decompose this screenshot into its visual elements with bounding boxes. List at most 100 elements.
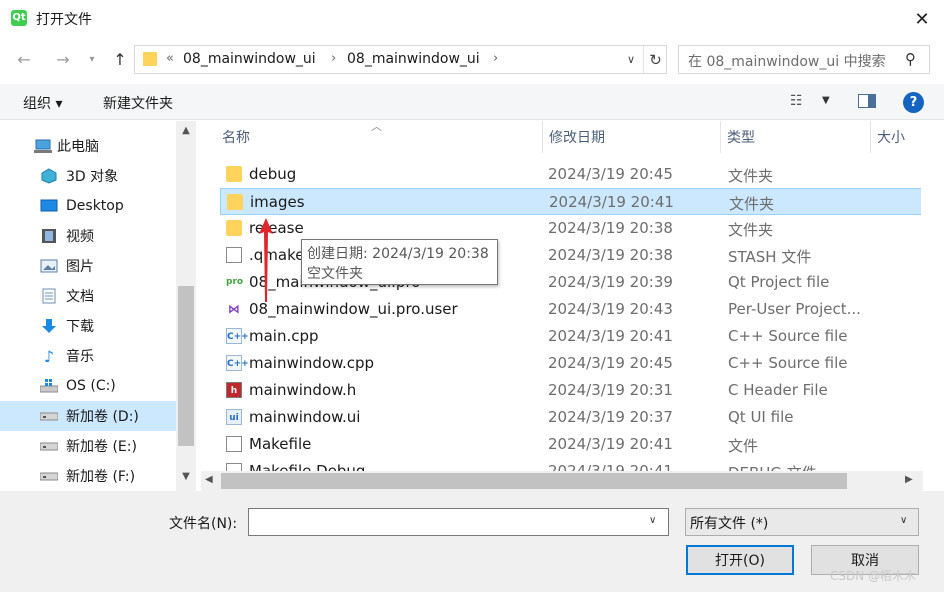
- scroll-down-icon[interactable]: ▼: [176, 471, 196, 482]
- file-row[interactable]: ui mainwindow.ui 2024/3/19 20:37 Qt UI f…: [220, 404, 922, 431]
- file-name: 08_mainwindow_ui.pro.user: [249, 300, 458, 318]
- cpp-file-icon: C++: [226, 328, 249, 344]
- nav-item-desktop[interactable]: Desktop: [0, 191, 176, 221]
- view-options-icon[interactable]: ☷: [790, 93, 803, 109]
- filename-label: 文件名(N):: [169, 516, 238, 532]
- back-button[interactable]: ←: [11, 45, 37, 73]
- up-button[interactable]: ↑: [107, 45, 133, 73]
- scroll-right-icon[interactable]: ▶: [905, 474, 913, 485]
- scroll-left-icon[interactable]: ◀: [205, 474, 213, 485]
- file-name: mainwindow.ui: [249, 408, 361, 426]
- file-date: 2024/3/19 20:45: [548, 354, 673, 372]
- file-type: 文件夹: [728, 221, 774, 239]
- nav-item-videos[interactable]: 视频: [0, 221, 176, 251]
- file-row[interactable]: C++ mainwindow.cpp 2024/3/19 20:45 C++ S…: [220, 350, 922, 377]
- column-header-size[interactable]: 大小: [871, 121, 931, 153]
- file-type: Qt UI file: [728, 408, 794, 426]
- preview-pane-icon[interactable]: [858, 94, 876, 108]
- ui-file-icon: ui: [226, 409, 242, 425]
- chevron-down-icon[interactable]: ∨: [649, 515, 656, 526]
- breadcrumb-overflow[interactable]: «: [166, 51, 174, 66]
- nav-item-drive-e[interactable]: 新加卷 (E:): [0, 431, 176, 461]
- new-folder-button[interactable]: 新建文件夹: [103, 93, 173, 113]
- column-header-label: 修改日期: [549, 130, 605, 146]
- breadcrumb-separator[interactable]: ›: [493, 51, 498, 66]
- window-title: 打开文件: [36, 12, 92, 28]
- file-date: 2024/3/19 20:39: [548, 273, 673, 291]
- folder-icon: [227, 194, 243, 210]
- forward-arrow-icon: →: [56, 49, 70, 69]
- watermark: CSDN @栢木木: [830, 569, 917, 583]
- column-header-date[interactable]: 修改日期: [543, 121, 721, 153]
- column-header-type[interactable]: 类型: [721, 121, 871, 153]
- recent-locations-button[interactable]: ▾: [83, 45, 101, 73]
- nav-item-pictures[interactable]: 图片: [0, 251, 176, 281]
- video-icon: [40, 228, 58, 244]
- file-date: 2024/3/19 20:38: [548, 246, 673, 264]
- drive-icon: [40, 408, 58, 424]
- nav-item-downloads[interactable]: 下载: [0, 311, 176, 341]
- filename-input[interactable]: ∨: [248, 508, 669, 536]
- cpp-file-icon: C++: [226, 355, 249, 371]
- file-date: 2024/3/19 20:43: [548, 300, 673, 318]
- nav-item-label: 图片: [66, 259, 94, 275]
- file-list: 名称 ︿ 修改日期 类型 大小 debug 2024/3/19 20:45 文件…: [201, 121, 944, 491]
- file-row[interactable]: images 2024/3/19 20:41 文件夹: [220, 188, 922, 215]
- nav-item-drive-f[interactable]: 新加卷 (F:): [0, 461, 176, 491]
- sidebar-scrollbar[interactable]: ▲ ▼: [176, 121, 196, 491]
- search-input[interactable]: 在 08_mainwindow_ui 中搜索: [688, 51, 886, 71]
- breadcrumb-item[interactable]: 08_mainwindow_ui: [347, 51, 480, 67]
- nav-item-label: 新加卷 (D:): [66, 409, 139, 425]
- search-icon[interactable]: ⚲: [905, 50, 916, 68]
- open-button[interactable]: 打开(O): [686, 545, 794, 575]
- nav-item-drive-d[interactable]: 新加卷 (D:): [0, 401, 176, 431]
- nav-item-documents[interactable]: 文档: [0, 281, 176, 311]
- file-name: main.cpp: [249, 327, 319, 345]
- close-button[interactable]: ✕: [900, 0, 944, 38]
- breadcrumb-separator[interactable]: ›: [331, 51, 336, 66]
- nav-item-label: 新加卷 (F:): [66, 469, 136, 485]
- file-row[interactable]: ⋈ 08_mainwindow_ui.pro.user 2024/3/19 20…: [220, 296, 922, 323]
- file-type: 文件: [728, 437, 759, 455]
- nav-item-label: 文档: [66, 289, 94, 305]
- file-row[interactable]: C++ main.cpp 2024/3/19 20:41 C++ Source …: [220, 323, 922, 350]
- search-box[interactable]: 在 08_mainwindow_ui 中搜索 ⚲: [678, 45, 930, 74]
- file-type-filter[interactable]: 所有文件 (*) ∨: [685, 508, 919, 536]
- nav-item-this-pc[interactable]: 此电脑: [0, 131, 176, 161]
- nav-item-3d-objects[interactable]: 3D 对象: [0, 161, 176, 191]
- scrollbar-thumb[interactable]: [221, 473, 847, 489]
- scroll-up-icon[interactable]: ▲: [176, 125, 196, 136]
- nav-item-label: 3D 对象: [66, 169, 119, 185]
- forward-button[interactable]: →: [50, 45, 76, 73]
- nav-item-music[interactable]: ♪ 音乐: [0, 341, 176, 371]
- qt-app-icon: Qt: [11, 10, 27, 26]
- nav-item-label: 此电脑: [57, 139, 99, 155]
- file-row[interactable]: Makefile 2024/3/19 20:41 文件: [220, 431, 922, 458]
- file-list-vertical-scrollbar[interactable]: [921, 153, 944, 468]
- file-row[interactable]: release 2024/3/19 20:38 文件夹: [220, 215, 922, 242]
- address-dropdown-button[interactable]: ∨: [619, 46, 643, 73]
- nav-item-os-c[interactable]: OS (C:): [0, 371, 176, 401]
- address-bar[interactable]: « 08_mainwindow_ui › 08_mainwindow_ui › …: [134, 45, 667, 74]
- breadcrumb-item[interactable]: 08_mainwindow_ui: [183, 51, 316, 67]
- chevron-down-icon[interactable]: ▼: [822, 95, 830, 106]
- file-date: 2024/3/19 20:41: [549, 193, 674, 211]
- nav-item-label: 下载: [66, 319, 94, 335]
- windows-drive-icon: [40, 378, 58, 394]
- column-header-label: 类型: [727, 130, 755, 146]
- nav-item-label: OS (C:): [66, 378, 116, 394]
- refresh-button[interactable]: ↻: [643, 46, 667, 73]
- file-row[interactable]: debug 2024/3/19 20:45 文件夹: [220, 161, 922, 188]
- file-date: 2024/3/19 20:31: [548, 381, 673, 399]
- scrollbar-thumb[interactable]: [178, 286, 194, 446]
- organize-button[interactable]: 组织 ▾: [23, 93, 62, 113]
- refresh-icon: ↻: [649, 50, 662, 69]
- help-icon[interactable]: ?: [903, 92, 924, 113]
- file-row[interactable]: h mainwindow.h 2024/3/19 20:31 C Header …: [220, 377, 922, 404]
- file-list-horizontal-scrollbar[interactable]: ◀ ▶: [201, 471, 923, 491]
- toolbar: 组织 ▾ 新建文件夹 ☷ ▼ ?: [0, 84, 944, 120]
- title-bar: Qt 打开文件 ✕: [0, 0, 944, 38]
- folder-icon: [143, 52, 157, 66]
- computer-icon: [34, 138, 52, 154]
- file-type: STASH 文件: [728, 248, 812, 266]
